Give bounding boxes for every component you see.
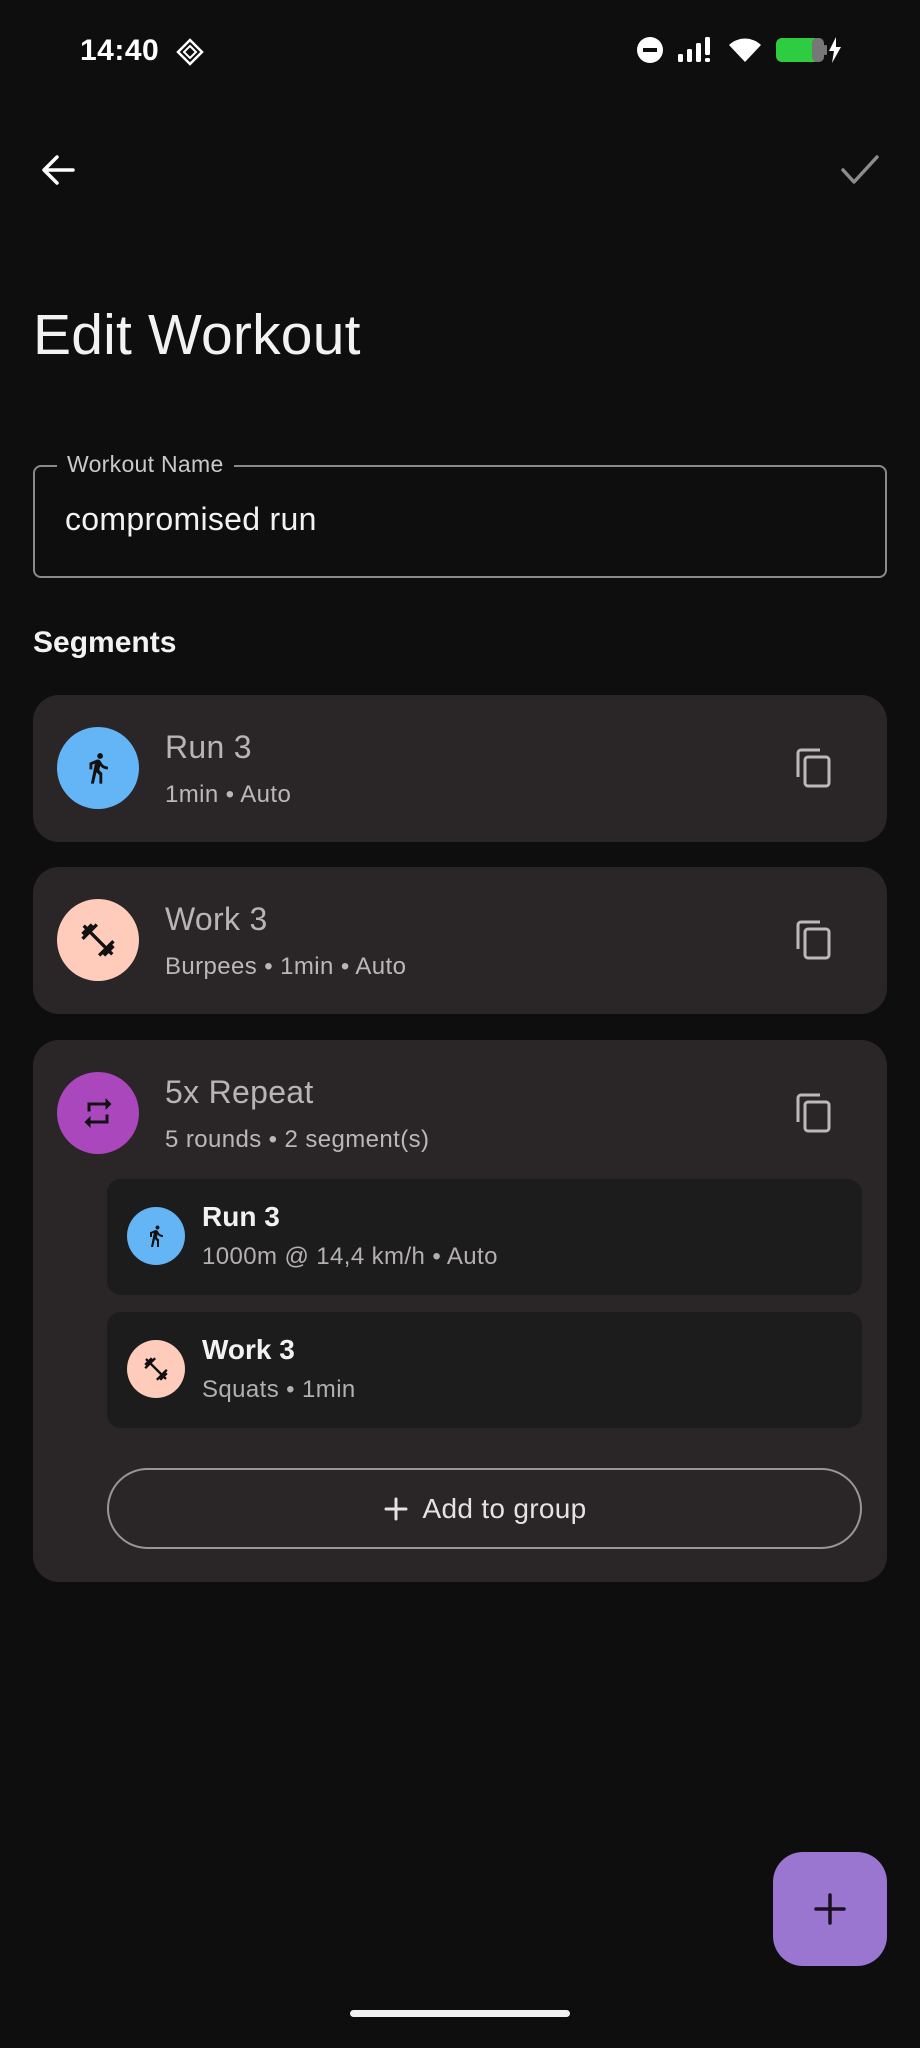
- segment-icon-work: [127, 1340, 185, 1398]
- group-segment-subtitle: Squats • 1min: [202, 1376, 356, 1403]
- plus-icon: [814, 1893, 846, 1925]
- duplicate-segment-button[interactable]: [785, 740, 841, 796]
- status-time: 14:40: [80, 34, 160, 67]
- segment-icon-run: [57, 727, 139, 809]
- home-indicator[interactable]: [350, 2010, 570, 2017]
- wifi-icon: [729, 38, 761, 62]
- segment-subtitle: 1min • Auto: [165, 781, 292, 808]
- save-button[interactable]: [828, 140, 892, 200]
- running-icon: [150, 1225, 163, 1247]
- group-segment-item[interactable]: Work 3 Squats • 1min: [107, 1312, 862, 1428]
- check-icon: [841, 155, 879, 184]
- group-segment-title: Run 3: [202, 1201, 280, 1232]
- segment-icon-run: [127, 1207, 185, 1265]
- dumbbell-icon: [144, 1357, 168, 1381]
- segment-card[interactable]: Work 3 Burpees • 1min • Auto: [33, 867, 887, 1014]
- segments-heading: Segments: [33, 626, 177, 659]
- duplicate-segment-button[interactable]: [785, 912, 841, 968]
- diamond-notification-icon: [176, 38, 204, 66]
- segment-title: Work 3: [165, 901, 268, 937]
- segment-card[interactable]: Run 3 1min • Auto: [33, 695, 887, 842]
- signal-icon: [678, 37, 710, 62]
- segment-title: 5x Repeat: [165, 1074, 314, 1110]
- workout-name-label: Workout Name: [57, 451, 234, 478]
- page-title: Edit Workout: [33, 303, 361, 367]
- group-segment-subtitle: 1000m @ 14,4 km/h • Auto: [202, 1243, 498, 1270]
- repeat-icon: [84, 1098, 112, 1128]
- segment-subtitle: 5 rounds • 2 segment(s): [165, 1126, 430, 1153]
- plus-icon: [384, 1497, 408, 1520]
- back-button[interactable]: [28, 140, 88, 200]
- segment-icon-work: [57, 899, 139, 981]
- workout-name-value[interactable]: compromised run: [65, 501, 317, 538]
- status-bar: 14:40: [0, 0, 920, 104]
- add-to-group-button[interactable]: Add to group: [107, 1468, 862, 1549]
- group-segment-item[interactable]: Run 3 1000m @ 14,4 km/h • Auto: [107, 1179, 862, 1295]
- status-icons: [636, 36, 842, 64]
- do-not-disturb-icon: [637, 37, 663, 63]
- copy-icon: [796, 748, 831, 788]
- arrow-back-icon: [42, 155, 75, 185]
- dumbbell-icon: [81, 923, 115, 957]
- segment-icon-repeat: [57, 1072, 139, 1154]
- copy-icon: [796, 920, 831, 960]
- group-segment-title: Work 3: [202, 1334, 295, 1365]
- workout-name-field[interactable]: Workout Name compromised run: [33, 451, 887, 578]
- running-icon: [89, 753, 108, 784]
- segment-subtitle: Burpees • 1min • Auto: [165, 953, 407, 980]
- add-segment-fab[interactable]: [773, 1852, 887, 1966]
- add-to-group-label: Add to group: [422, 1492, 587, 1524]
- duplicate-segment-button[interactable]: [785, 1085, 841, 1141]
- segment-title: Run 3: [165, 729, 252, 765]
- copy-icon: [796, 1093, 831, 1133]
- battery-charging-icon: [776, 37, 841, 63]
